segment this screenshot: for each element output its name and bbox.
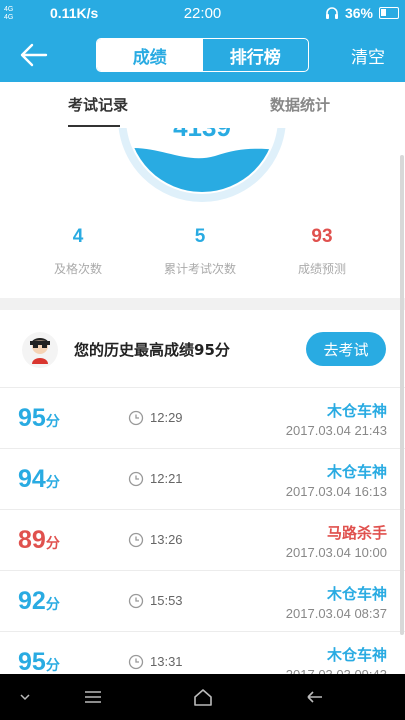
best-score-row: 您的历史最高成绩95分 去考试 (0, 310, 405, 388)
stat-total-value: 5 (194, 226, 206, 247)
record-score: 89分 (18, 526, 60, 555)
status-bar: 4G 4G 0.11K/s 22:00 36% (0, 0, 405, 28)
record-rank-title: 马路杀手 (326, 524, 387, 542)
record-score-unit: 分 (45, 535, 60, 551)
stat-passed-label: 及格次数 (53, 262, 102, 276)
clock-icon (128, 471, 144, 487)
tab-leaderboard[interactable]: 排行榜 (203, 39, 309, 71)
tab-score[interactable]: 成绩 (97, 39, 203, 71)
record-row[interactable]: 92分 15:53 木仓车神 2017.03.04 08:37 (0, 571, 405, 632)
clock-icon (128, 410, 144, 426)
stat-total-label: 累计考试次数 (163, 262, 236, 276)
go-exam-button[interactable]: 去考试 (306, 332, 386, 366)
record-score-unit: 分 (45, 474, 60, 490)
record-row[interactable]: 89分 13:26 马路杀手 2017.03.04 10:00 (0, 510, 405, 571)
record-score-value: 94 (18, 465, 46, 493)
segmented-control: 成绩 排行榜 (96, 38, 309, 72)
record-duration: 12:21 (150, 471, 183, 486)
record-score-unit: 分 (45, 657, 60, 673)
chevron-down-icon[interactable] (14, 687, 36, 707)
record-date: 2017.03.04 10:00 (285, 545, 387, 560)
record-score-value: 92 (18, 587, 46, 615)
record-date: 2017.03.04 16:13 (285, 484, 387, 499)
stat-prediction: 93 成绩预测 (262, 226, 382, 277)
record-rank-title: 木仓车神 (326, 646, 387, 664)
record-row[interactable]: 94分 12:21 木仓车神 2017.03.04 16:13 (0, 449, 405, 510)
stat-total-exams: 5 累计考试次数 (140, 226, 260, 277)
back-icon[interactable] (304, 687, 326, 707)
record-rank-title: 木仓车神 (326, 463, 387, 481)
home-icon[interactable] (192, 687, 214, 707)
back-arrow-icon[interactable] (18, 40, 50, 70)
record-rank-title: 木仓车神 (326, 585, 387, 603)
record-score-value: 89 (18, 526, 46, 554)
gauge-value: 4139 (173, 128, 231, 142)
best-score-text: 您的历史最高成绩95分 (74, 341, 230, 359)
record-duration: 13:31 (150, 654, 183, 669)
record-score-value: 95 (18, 648, 46, 676)
battery-icon (379, 7, 399, 19)
battery-percent: 36% (344, 5, 373, 21)
record-date: 2017.03.04 08:37 (285, 606, 387, 621)
record-score-unit: 分 (45, 596, 60, 612)
stat-prediction-label: 成绩预测 (297, 262, 346, 276)
avatar (22, 332, 58, 368)
clock-icon (128, 532, 144, 548)
record-score: 95分 (18, 648, 60, 677)
sub-tab-bar: 考试记录 数据统计 (0, 82, 405, 128)
headphone-icon (325, 7, 338, 19)
record-date: 2017.03.04 21:43 (285, 423, 387, 438)
tab-data-stats[interactable]: 数据统计 (270, 94, 330, 115)
section-divider (0, 298, 405, 310)
tab-exam-records[interactable]: 考试记录 (68, 94, 128, 115)
record-score-unit: 分 (45, 413, 60, 429)
stat-passed: 4 及格次数 (18, 226, 138, 277)
tab-indicator (68, 125, 120, 127)
status-right: 36% (325, 5, 399, 21)
clear-button[interactable]: 清空 (351, 43, 385, 68)
record-row[interactable]: 95分 12:29 木仓车神 2017.03.04 21:43 (0, 388, 405, 449)
record-score: 95分 (18, 404, 60, 433)
record-duration: 15:53 (150, 593, 183, 608)
clock-icon (128, 593, 144, 609)
stats-panel: 4139 4 及格次数 5 累计考试次数 93 成绩预测 (0, 128, 405, 298)
clock-icon (128, 654, 144, 670)
record-score-value: 95 (18, 404, 46, 432)
app-header: 成绩 排行榜 清空 (0, 28, 405, 82)
score-gauge: 4139 (118, 128, 286, 202)
record-duration: 12:29 (150, 410, 183, 425)
record-score: 92分 (18, 587, 60, 616)
record-duration: 13:26 (150, 532, 183, 547)
record-score: 94分 (18, 465, 60, 494)
stat-passed-value: 4 (72, 226, 84, 247)
system-nav-bar (0, 674, 405, 720)
scrollbar[interactable] (400, 155, 404, 635)
exam-record-list: 95分 12:29 木仓车神 2017.03.04 21:43 94分 12:21 木仓车神… (0, 388, 405, 693)
menu-icon[interactable] (82, 687, 104, 707)
record-rank-title: 木仓车神 (326, 402, 387, 420)
stat-prediction-value: 93 (311, 226, 333, 247)
